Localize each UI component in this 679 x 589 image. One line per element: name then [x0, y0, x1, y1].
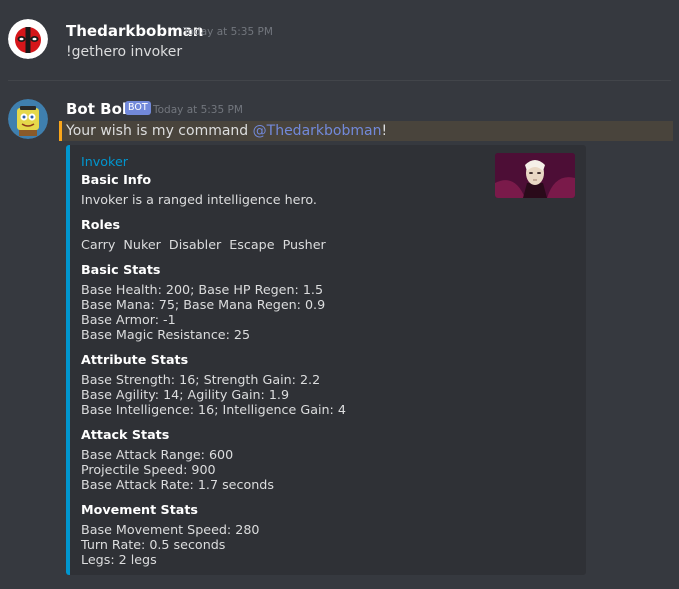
username[interactable]: Bot Bob	[66, 100, 133, 118]
field-line: Base Health: 200; Base HP Regen: 1.5	[81, 282, 324, 297]
spongebob-avatar-icon	[8, 99, 48, 139]
message-text-end: !	[381, 123, 388, 139]
embed-title[interactable]: Invoker	[81, 154, 128, 169]
field-line: Legs: 2 legs	[81, 552, 157, 567]
bot-badge: BOT	[125, 101, 151, 115]
field-name-attack-stats: Attack Stats	[81, 427, 170, 442]
field-name-basic-stats: Basic Stats	[81, 262, 161, 277]
deadpool-avatar-icon	[8, 19, 48, 59]
field-line: Base Strength: 16; Strength Gain: 2.2	[81, 372, 321, 387]
user-mention[interactable]: @Thedarkbobman	[253, 123, 382, 139]
field-value-roles: Carry Nuker Disabler Escape Pusher	[81, 237, 326, 252]
timestamp: Today at 5:35 PM	[183, 26, 273, 38]
field-name-roles: Roles	[81, 217, 120, 232]
field-name-attribute-stats: Attribute Stats	[81, 352, 189, 367]
field-line: Base Attack Rate: 1.7 seconds	[81, 477, 274, 492]
timestamp: Today at 5:35 PM	[153, 104, 243, 116]
field-line: Turn Rate: 0.5 seconds	[81, 537, 226, 552]
field-line: Base Attack Range: 600	[81, 447, 234, 462]
field-line: Base Magic Resistance: 25	[81, 327, 251, 342]
field-line: Base Intelligence: 16; Intelligence Gain…	[81, 402, 346, 417]
message-content: Your wish is my command @Thedarkbobman!	[66, 123, 387, 139]
field-value-basic-info: Invoker is a ranged intelligence hero.	[81, 192, 317, 207]
message-content: !gethero invoker	[66, 44, 183, 60]
field-name-movement-stats: Movement Stats	[81, 502, 198, 517]
message-divider	[8, 80, 671, 81]
field-name-basic-info: Basic Info	[81, 172, 152, 187]
field-line: Base Armor: -1	[81, 312, 176, 327]
invoker-portrait-icon	[495, 153, 575, 198]
field-line: Base Agility: 14; Agility Gain: 1.9	[81, 387, 290, 402]
user-avatar[interactable]	[8, 19, 48, 59]
field-line: Projectile Speed: 900	[81, 462, 216, 477]
field-line: Base Movement Speed: 280	[81, 522, 260, 537]
bot-avatar[interactable]	[8, 99, 48, 139]
field-line: Base Mana: 75; Base Mana Regen: 0.9	[81, 297, 326, 312]
message-text: Your wish is my command	[66, 123, 253, 139]
hero-thumbnail[interactable]	[495, 153, 575, 198]
